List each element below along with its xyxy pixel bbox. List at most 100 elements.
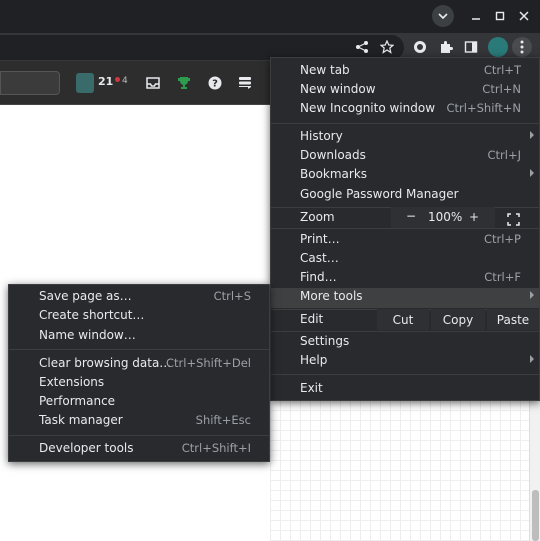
paste-label: Paste [496, 312, 530, 327]
submenu-item-label: Create shortcut… [39, 308, 145, 322]
close-icon[interactable] [514, 6, 534, 26]
svg-text:?: ? [212, 79, 218, 90]
menu-item-find[interactable]: Find… Ctrl+F [271, 269, 539, 288]
title-bar [0, 0, 540, 32]
cut-label: Cut [392, 312, 414, 327]
menu-separator [271, 228, 539, 229]
menu-item-downloads[interactable]: Downloads Ctrl+J [271, 147, 539, 166]
menu-item-zoom: Zoom − 100% + [271, 207, 539, 228]
submenu-item-shortcut: Ctrl+Shift+I [181, 441, 251, 455]
site-header: 21 4 ? [0, 61, 270, 105]
menu-separator [271, 374, 539, 375]
site-switcher-icon[interactable] [236, 74, 254, 92]
page-scrollbar[interactable] [529, 400, 540, 541]
menu-item-label: Zoom [300, 210, 335, 224]
paste-button[interactable]: Paste [487, 309, 539, 330]
more-tools-submenu: Save page as… Ctrl+S Create shortcut… Na… [8, 284, 270, 462]
menu-item-more-tools[interactable]: More tools [271, 288, 539, 308]
inbox-icon[interactable] [144, 74, 162, 92]
menu-item-new-tab[interactable]: New tab Ctrl+T [271, 62, 539, 81]
menu-separator [9, 349, 269, 350]
menu-item-label: Find… [300, 270, 337, 284]
menu-item-label: Downloads [300, 148, 366, 162]
menu-item-label: Bookmarks [300, 167, 368, 181]
submenu-item-extensions[interactable]: Extensions [9, 374, 269, 393]
submenu-item-label: Performance [39, 394, 116, 408]
submenu-item-create-shortcut[interactable]: Create shortcut… [9, 307, 269, 326]
menu-item-print[interactable]: Print… Ctrl+P [271, 231, 539, 250]
submenu-item-label: Developer tools [39, 441, 134, 455]
star-icon[interactable] [377, 37, 397, 57]
menu-item-shortcut: Ctrl+Shift+N [446, 101, 521, 115]
menu-item-label: History [300, 129, 343, 143]
trophy-icon[interactable] [175, 74, 193, 92]
chevron-right-icon [530, 169, 534, 177]
menu-item-label: New tab [300, 63, 350, 77]
side-panel-icon[interactable] [461, 37, 481, 57]
menu-item-edit: Edit Cut Copy Paste [271, 309, 539, 330]
menu-item-password-manager[interactable]: Google Password Manager [271, 186, 539, 205]
user-avatar[interactable] [76, 73, 94, 93]
share-icon[interactable] [352, 37, 372, 57]
copy-button[interactable]: Copy [431, 309, 485, 330]
submenu-item-label: Task manager [39, 413, 123, 427]
menu-item-settings[interactable]: Settings [271, 333, 539, 352]
badge-count: 4 [122, 76, 128, 86]
submenu-item-label: Extensions [39, 375, 105, 389]
extension-badge-icon[interactable] [410, 37, 430, 57]
site-search-input[interactable] [0, 71, 60, 95]
menu-item-label: New Incognito window [300, 101, 436, 115]
zoom-out-button[interactable]: − [406, 209, 416, 223]
submenu-item-shortcut: Ctrl+S [213, 289, 251, 303]
submenu-item-shortcut: Ctrl+Shift+Del [166, 356, 251, 370]
menu-item-shortcut: Ctrl+F [484, 270, 521, 284]
cut-button[interactable]: Cut [377, 309, 429, 330]
chevron-down-icon[interactable] [432, 5, 454, 27]
submenu-item-name-window[interactable]: Name window… [9, 327, 269, 346]
zoom-in-button[interactable]: + [469, 210, 479, 224]
menu-item-label: Exit [300, 381, 323, 395]
maximize-icon[interactable] [490, 6, 510, 26]
puzzle-icon[interactable] [436, 37, 456, 57]
menu-item-help[interactable]: Help [271, 352, 539, 371]
menu-separator [9, 435, 269, 436]
profile-avatar[interactable] [488, 37, 508, 57]
menu-item-label: Settings [300, 334, 350, 348]
submenu-item-clear-browsing-data[interactable]: Clear browsing data… Ctrl+Shift+Del [9, 355, 269, 374]
browser-main-menu: New tab Ctrl+T New window Ctrl+N New Inc… [270, 57, 540, 401]
help-icon[interactable]: ? [206, 74, 224, 92]
menu-separator [271, 331, 539, 332]
menu-item-label: Print… [300, 232, 340, 246]
submenu-item-task-manager[interactable]: Task manager Shift+Esc [9, 412, 269, 431]
submenu-item-label: Name window… [39, 328, 136, 342]
menu-item-label: Help [300, 353, 328, 367]
menu-item-history[interactable]: History [271, 128, 539, 147]
chevron-right-icon [530, 355, 534, 363]
menu-item-label: Google Password Manager [300, 187, 459, 201]
minimize-icon[interactable] [466, 6, 486, 26]
fullscreen-icon[interactable] [507, 211, 520, 226]
submenu-item-shortcut: Shift+Esc [195, 413, 251, 427]
chevron-right-icon [530, 131, 534, 139]
menu-item-shortcut: Ctrl+J [487, 148, 522, 162]
copy-label: Copy [442, 312, 474, 327]
menu-item-new-incognito[interactable]: New Incognito window Ctrl+Shift+N [271, 100, 539, 119]
menu-item-bookmarks[interactable]: Bookmarks [271, 166, 539, 185]
submenu-item-performance[interactable]: Performance [9, 393, 269, 412]
menu-item-exit[interactable]: Exit [271, 380, 539, 399]
menu-item-shortcut: Ctrl+T [483, 63, 521, 77]
chevron-right-icon [530, 291, 534, 299]
three-dots-icon[interactable] [512, 37, 532, 57]
badge-dot [115, 77, 120, 82]
zoom-level: 100% [428, 210, 463, 224]
menu-item-label: Cast… [300, 251, 339, 265]
submenu-item-label: Clear browsing data… [39, 356, 172, 370]
menu-item-shortcut: Ctrl+P [483, 232, 521, 246]
submenu-item-save-page[interactable]: Save page as… Ctrl+S [9, 288, 269, 307]
submenu-item-developer-tools[interactable]: Developer tools Ctrl+Shift+I [9, 440, 269, 459]
menu-item-cast[interactable]: Cast… [271, 250, 539, 269]
zoom-controls: − 100% + [391, 207, 495, 228]
menu-item-new-window[interactable]: New window Ctrl+N [271, 81, 539, 100]
scrollbar-thumb[interactable] [532, 490, 539, 541]
menu-item-shortcut: Ctrl+N [482, 82, 521, 96]
